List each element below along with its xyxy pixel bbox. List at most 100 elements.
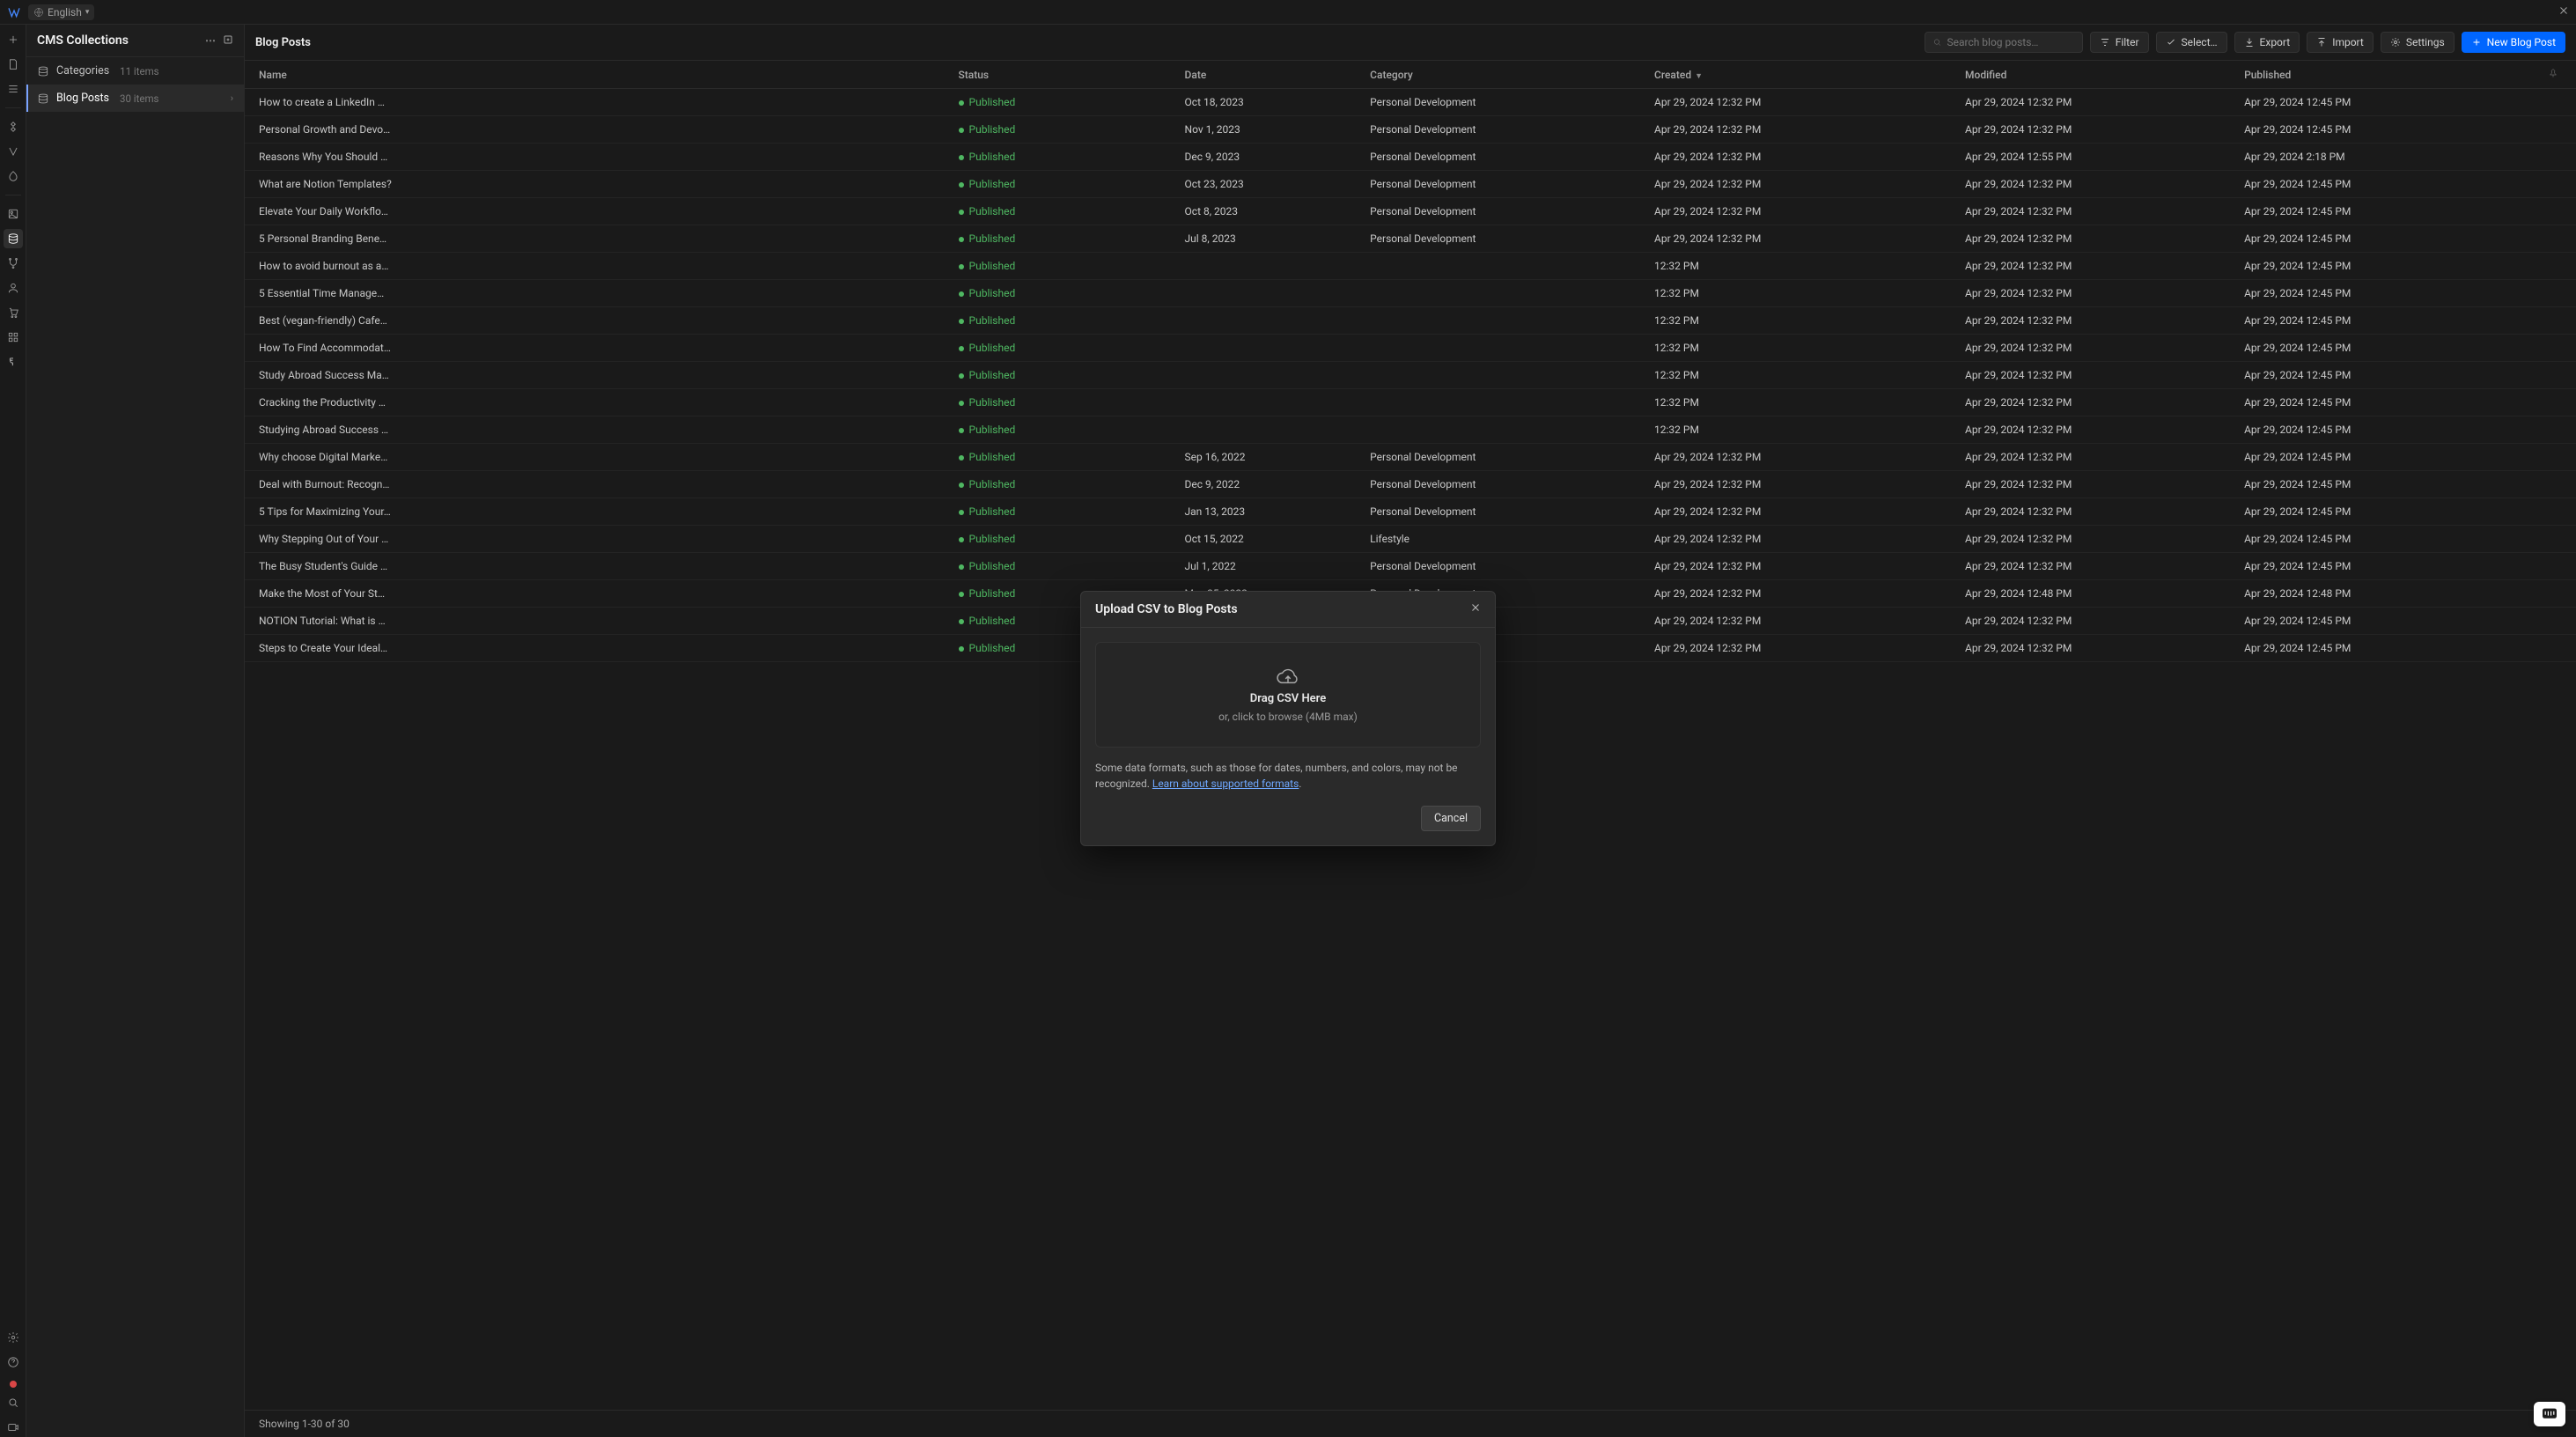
- table-row[interactable]: Why choose Digital Marke… Published Sep …: [245, 444, 2576, 471]
- language-selector[interactable]: English ▾: [28, 4, 94, 20]
- modal-title: Upload CSV to Blog Posts: [1095, 602, 1238, 616]
- table-row[interactable]: How To Find Accommodat… Published 12:32 …: [245, 335, 2576, 362]
- table-row[interactable]: Why Stepping Out of Your … Published Oct…: [245, 526, 2576, 553]
- status-dot-icon: [959, 455, 964, 461]
- cell-published: Apr 29, 2024 12:45 PM: [2235, 635, 2539, 662]
- style-manager-icon[interactable]: [4, 166, 23, 186]
- table-row[interactable]: How to avoid burnout as a… Published 12:…: [245, 253, 2576, 280]
- intercom-icon: [2541, 1407, 2558, 1421]
- cell-status: Published: [950, 198, 1176, 225]
- table-row[interactable]: The Busy Student's Guide … Published Jul…: [245, 553, 2576, 580]
- filter-button[interactable]: Filter: [2090, 32, 2149, 53]
- language-label: English: [48, 6, 82, 18]
- cell-published: Apr 29, 2024 12:45 PM: [2235, 280, 2539, 307]
- cell-published: Apr 29, 2024 12:45 PM: [2235, 307, 2539, 335]
- table-row[interactable]: What are Notion Templates? Published Oct…: [245, 171, 2576, 198]
- export-label: Export: [2260, 36, 2291, 48]
- table-row[interactable]: Elevate Your Daily Workflo… Published Oc…: [245, 198, 2576, 225]
- cell-published: Apr 29, 2024 12:45 PM: [2235, 171, 2539, 198]
- upload-csv-modal: Upload CSV to Blog Posts Drag CSV Here o…: [1080, 591, 1496, 846]
- cell-published: Apr 29, 2024 12:45 PM: [2235, 444, 2539, 471]
- assets-icon[interactable]: [4, 204, 23, 224]
- panel-more-icon[interactable]: ⋯: [205, 34, 216, 48]
- table-row[interactable]: Best (vegan-friendly) Cafe… Published 12…: [245, 307, 2576, 335]
- cell-date: Jan 13, 2023: [1176, 498, 1362, 526]
- col-created[interactable]: Created▼: [1645, 61, 1956, 89]
- help-icon[interactable]: [4, 1352, 23, 1372]
- topbar: English ▾: [0, 0, 2576, 25]
- cell-name: How to avoid burnout as a…: [245, 253, 950, 280]
- table-row[interactable]: Studying Abroad Success … Published 12:3…: [245, 416, 2576, 444]
- select-label: Select…: [2182, 36, 2218, 48]
- close-designer-button[interactable]: [2558, 5, 2569, 18]
- collection-name: Blog Posts: [56, 92, 109, 105]
- cell-created: Apr 29, 2024 12:32 PM: [1645, 444, 1956, 471]
- status-dot-icon: [959, 537, 964, 542]
- collection-row[interactable]: Categories 11 items: [26, 57, 244, 85]
- navigator-icon[interactable]: [4, 79, 23, 99]
- table-row[interactable]: Cracking the Productivity … Published 12…: [245, 389, 2576, 416]
- table-row[interactable]: 5 Personal Branding Bene… Published Jul …: [245, 225, 2576, 253]
- video-tutorial-icon[interactable]: [4, 1418, 23, 1437]
- cell-category: Personal Development: [1361, 471, 1645, 498]
- modal-close-button[interactable]: [1470, 602, 1481, 616]
- cell-name: How To Find Accommodat…: [245, 335, 950, 362]
- table-row[interactable]: Deal with Burnout: Recogn… Published Dec…: [245, 471, 2576, 498]
- export-button[interactable]: Export: [2234, 32, 2300, 53]
- plus-icon: [2471, 37, 2482, 48]
- learn-formats-link[interactable]: Learn about supported formats: [1152, 777, 1299, 790]
- table-row[interactable]: Study Abroad Success Ma… Published 12:32…: [245, 362, 2576, 389]
- new-item-button[interactable]: New Blog Post: [2462, 32, 2565, 53]
- cell-date: Dec 9, 2023: [1176, 144, 1362, 171]
- settings-button[interactable]: Settings: [2381, 32, 2455, 53]
- cell-category: [1361, 307, 1645, 335]
- collection-row[interactable]: Blog Posts 30 items ›: [26, 85, 244, 112]
- col-name[interactable]: Name: [245, 61, 950, 89]
- import-button[interactable]: Import: [2307, 32, 2374, 53]
- variables-icon[interactable]: [4, 142, 23, 161]
- select-button[interactable]: Select…: [2156, 32, 2227, 53]
- col-date[interactable]: Date: [1176, 61, 1362, 89]
- users-icon[interactable]: [4, 278, 23, 298]
- col-status[interactable]: Status: [950, 61, 1176, 89]
- record-indicator-icon: [10, 1381, 17, 1388]
- col-modified[interactable]: Modified: [1956, 61, 2235, 89]
- webflow-logo-icon[interactable]: [7, 5, 21, 19]
- cms-icon[interactable]: [4, 229, 23, 248]
- panel-add-icon[interactable]: [223, 34, 233, 48]
- components-icon[interactable]: [4, 117, 23, 136]
- table-row[interactable]: 5 Essential Time Manage… Published 12:32…: [245, 280, 2576, 307]
- status-dot-icon: [959, 210, 964, 215]
- search-container[interactable]: [1925, 32, 2083, 53]
- cell-name: How to create a LinkedIn …: [245, 89, 950, 116]
- pin-icon: [2548, 68, 2558, 78]
- modal-note-dot: .: [1299, 777, 1301, 790]
- cell-status: Published: [950, 253, 1176, 280]
- finsweet-icon[interactable]: [4, 352, 23, 372]
- table-row[interactable]: 5 Tips for Maximizing Your… Published Ja…: [245, 498, 2576, 526]
- pages-icon[interactable]: [4, 55, 23, 74]
- ecommerce-icon[interactable]: [4, 303, 23, 322]
- col-pin[interactable]: [2539, 61, 2576, 89]
- search-input[interactable]: [1947, 36, 2074, 48]
- search-rail-icon[interactable]: [4, 1393, 23, 1412]
- cancel-button[interactable]: Cancel: [1421, 806, 1481, 831]
- logic-icon[interactable]: [4, 254, 23, 273]
- cell-pin: [2539, 416, 2576, 444]
- export-icon: [2244, 37, 2255, 48]
- cell-created: Apr 29, 2024 12:32 PM: [1645, 171, 1956, 198]
- table-row[interactable]: Personal Growth and Devo… Published Nov …: [245, 116, 2576, 144]
- settings-gear-icon[interactable]: [4, 1328, 23, 1347]
- apps-icon[interactable]: [4, 328, 23, 347]
- col-category[interactable]: Category: [1361, 61, 1645, 89]
- table-row[interactable]: Reasons Why You Should … Published Dec 9…: [245, 144, 2576, 171]
- intercom-launcher[interactable]: [2534, 1402, 2565, 1426]
- add-element-icon[interactable]: [4, 30, 23, 49]
- cell-date: [1176, 307, 1362, 335]
- cell-category: Personal Development: [1361, 225, 1645, 253]
- table-row[interactable]: How to create a LinkedIn … Published Oct…: [245, 89, 2576, 116]
- status-dot-icon: [959, 237, 964, 242]
- status-dot-icon: [959, 592, 964, 597]
- col-published[interactable]: Published: [2235, 61, 2539, 89]
- csv-dropzone[interactable]: Drag CSV Here or, click to browse (4MB m…: [1095, 642, 1481, 748]
